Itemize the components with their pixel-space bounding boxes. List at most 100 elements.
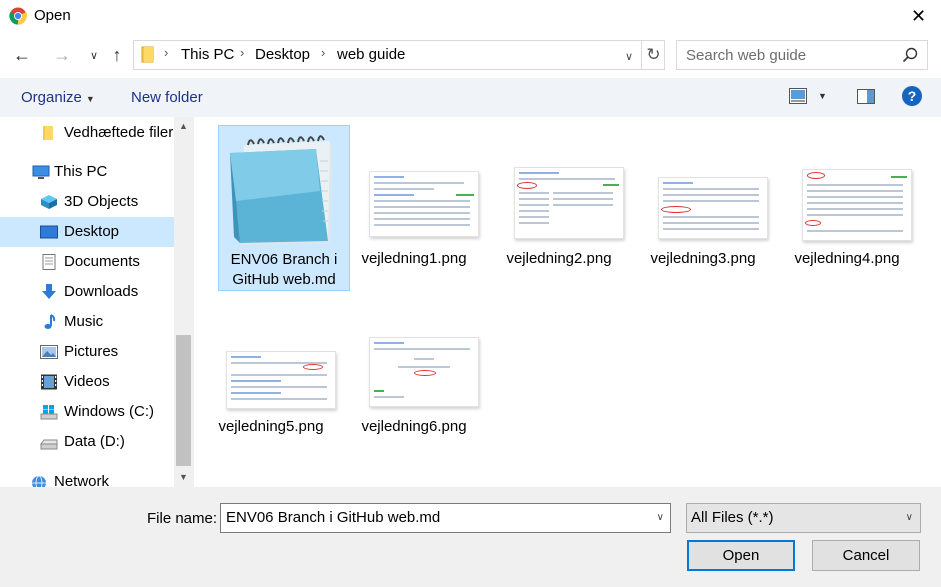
scroll-up-icon: ▲ <box>179 120 188 131</box>
document-icon <box>42 254 56 270</box>
sidebar-item-music[interactable]: Music <box>0 307 174 337</box>
folder-icon <box>141 46 154 63</box>
drive-icon <box>40 439 58 450</box>
breadcrumb-this-pc[interactable]: This PC <box>181 46 234 63</box>
back-button[interactable]: ← <box>10 43 34 67</box>
breadcrumb-web-guide[interactable]: web guide <box>337 46 405 63</box>
sidebar-item-data-d[interactable]: Data (D:) <box>0 427 174 457</box>
music-icon <box>44 314 56 329</box>
sidebar-item-label: Vedhæftede filer <box>64 124 174 141</box>
forward-button[interactable]: → <box>50 43 74 67</box>
folder-icon <box>43 126 53 140</box>
command-toolbar: Organize ▼ New folder ▼ ? <box>0 78 941 117</box>
caret-down-icon: ▼ <box>85 94 95 104</box>
scroll-down-button[interactable]: ▼ <box>174 468 193 485</box>
file-name: vejledning2.png <box>506 250 612 267</box>
up-button[interactable]: ↑ <box>105 43 129 67</box>
navigation-pane: Vedhæftede filer This PC 3D Objects Desk… <box>0 117 193 487</box>
breadcrumb-separator: › <box>240 45 245 60</box>
new-folder-button[interactable]: New folder <box>131 89 203 106</box>
file-name: vejledning4.png <box>794 250 900 267</box>
sidebar-item-pictures[interactable]: Pictures <box>0 337 174 367</box>
sidebar-item-label: Pictures <box>64 343 119 360</box>
notepad-icon <box>230 135 332 245</box>
sidebar-item-3d-objects[interactable]: 3D Objects <box>0 187 174 217</box>
file-item[interactable]: ENV06 Branch i GitHub web.md <box>218 125 350 291</box>
sidebar-item-label: Desktop <box>64 223 120 240</box>
chrome-icon <box>9 7 27 25</box>
refresh-button[interactable]: ↻ <box>641 41 665 69</box>
sidebar-item-desktop[interactable]: Desktop <box>0 217 174 247</box>
chevron-down-icon[interactable]: ∨ <box>657 512 664 523</box>
sidebar-item-this-pc[interactable]: This PC <box>0 157 174 187</box>
sidebar-item-label: Data (D:) <box>64 433 125 450</box>
file-list: ENV06 Branch i GitHub web.md vejledning1… <box>193 117 941 487</box>
file-item[interactable]: vejledning1.png <box>349 125 481 291</box>
close-icon: ✕ <box>910 6 927 26</box>
image-thumbnail <box>369 337 479 407</box>
help-button[interactable]: ? <box>902 86 922 106</box>
search-input[interactable]: Search web guide <box>676 40 928 70</box>
breadcrumb-separator: › <box>321 45 326 60</box>
sidebar-item-downloads[interactable]: Downloads <box>0 277 174 307</box>
desktop-icon <box>40 225 58 239</box>
recent-locations-button[interactable]: ∨ <box>82 43 106 67</box>
file-item[interactable]: vejledning3.png <box>638 125 770 291</box>
file-name-line: ENV06 Branch i <box>230 251 338 268</box>
scroll-up-button[interactable]: ▲ <box>174 117 193 134</box>
pictures-icon <box>40 345 58 359</box>
image-thumbnail <box>226 351 336 409</box>
sidebar-item-documents[interactable]: Documents <box>0 247 174 277</box>
sidebar-item-label: Windows (C:) <box>64 403 155 420</box>
file-name: ENV06 Branch i GitHub web.md <box>219 250 349 290</box>
forward-arrow-icon: → <box>53 44 71 65</box>
scroll-down-icon: ▼ <box>179 471 188 482</box>
sidebar-item-network[interactable]: Network <box>0 467 174 487</box>
download-icon <box>42 284 56 299</box>
preview-pane-icon[interactable] <box>857 89 875 104</box>
search-placeholder: Search web guide <box>686 47 807 64</box>
sidebar-item-vedhaeftede-filer[interactable]: Vedhæftede filer <box>0 118 174 148</box>
file-type-select[interactable]: All Files (*.*) ∨ <box>686 503 921 533</box>
image-thumbnail <box>802 169 912 241</box>
video-icon <box>41 374 57 390</box>
breadcrumb-separator: › <box>164 45 169 60</box>
breadcrumb-desktop[interactable]: Desktop <box>255 46 310 63</box>
image-thumbnail <box>658 177 768 239</box>
file-name-line: GitHub web.md <box>232 271 336 288</box>
sidebar-scrollbar[interactable]: ▲ ▼ <box>174 117 193 487</box>
open-button[interactable]: Open <box>687 540 795 571</box>
cube-icon <box>41 195 57 209</box>
file-name-label: File name: <box>147 510 218 527</box>
search-icon[interactable] <box>902 47 918 63</box>
refresh-icon: ↻ <box>646 45 661 64</box>
file-item[interactable]: vejledning4.png <box>782 125 914 291</box>
image-thumbnail <box>369 171 479 237</box>
scroll-thumb[interactable] <box>176 335 191 466</box>
file-item[interactable]: vejledning2.png <box>494 125 626 291</box>
sidebar-item-label: Documents <box>64 253 140 270</box>
sidebar-item-label: Videos <box>64 373 110 390</box>
sidebar-item-videos[interactable]: Videos <box>0 367 174 397</box>
sidebar-item-label: Network <box>54 473 110 487</box>
close-button[interactable]: ✕ <box>896 0 941 33</box>
file-item[interactable]: vejledning5.png <box>206 293 338 459</box>
address-bar[interactable]: › This PC › Desktop › web guide ∨ ↻ <box>133 40 665 70</box>
windows-drive-icon <box>40 405 58 420</box>
window-title: Open <box>34 7 71 24</box>
organize-button[interactable]: Organize ▼ <box>21 89 95 106</box>
navigation-bar: ← → ∨ ↑ › This PC › Desktop › web guide … <box>0 33 941 78</box>
cancel-button[interactable]: Cancel <box>812 540 920 571</box>
file-name: vejledning3.png <box>650 250 756 267</box>
view-options-caret-icon[interactable]: ▼ <box>818 91 827 101</box>
dialog-footer: File name: ENV06 Branch i GitHub web.md … <box>0 487 941 587</box>
file-name: vejledning1.png <box>361 250 467 267</box>
change-view-icon[interactable] <box>789 88 807 104</box>
sidebar-item-label: 3D Objects <box>64 193 139 210</box>
image-thumbnail <box>514 167 624 239</box>
address-dropdown-button[interactable]: ∨ <box>619 46 639 66</box>
sidebar-item-windows-c[interactable]: Windows (C:) <box>0 397 174 427</box>
file-item[interactable]: vejledning6.png <box>349 293 481 459</box>
file-name-field[interactable]: ENV06 Branch i GitHub web.md ∨ <box>220 503 671 533</box>
sidebar-item-label: Music <box>64 313 104 330</box>
